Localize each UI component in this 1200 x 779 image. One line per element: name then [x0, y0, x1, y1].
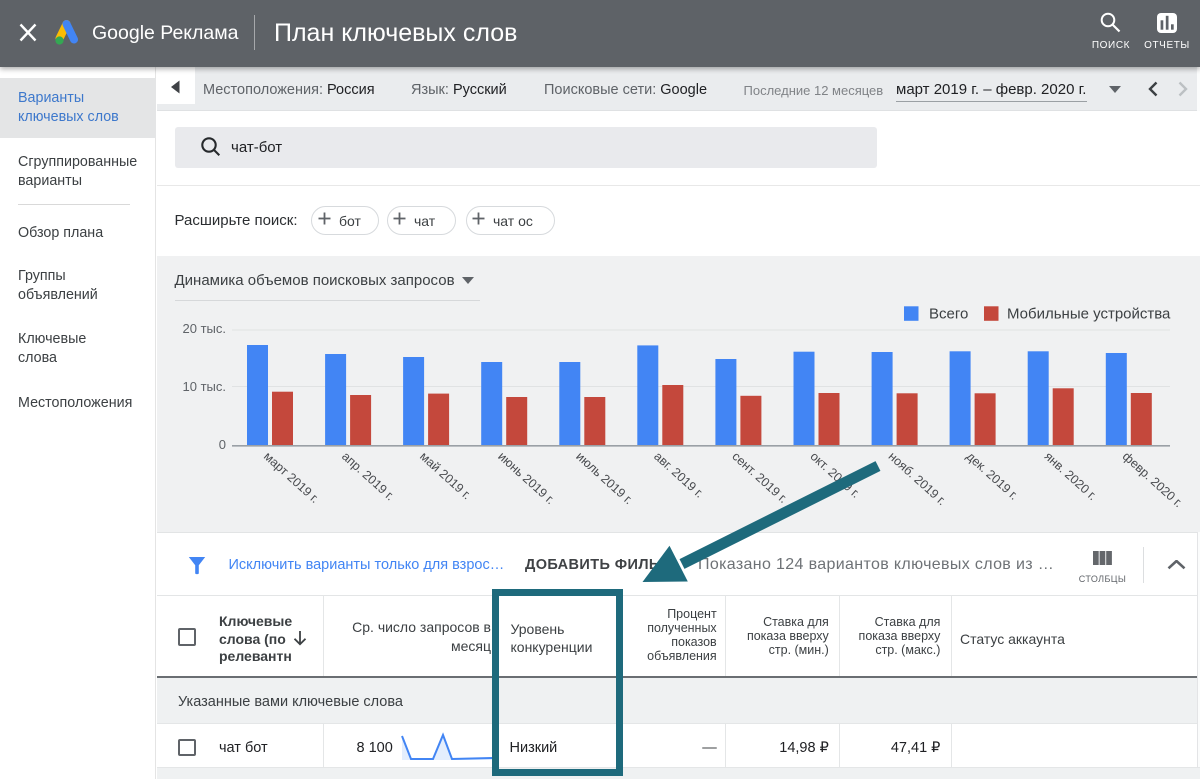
svg-text:окт. 2019 г.: окт. 2019 г. — [807, 449, 862, 501]
svg-text:0: 0 — [219, 437, 226, 452]
svg-text:20 тыс.: 20 тыс. — [183, 321, 226, 336]
svg-text:февр. 2020 г.: февр. 2020 г. — [1120, 449, 1186, 510]
svg-text:июль 2019 г.: июль 2019 г. — [573, 449, 635, 507]
svg-text:дек. 2019 г.: дек. 2019 г. — [964, 449, 1021, 503]
svg-text:10 тыс.: 10 тыс. — [183, 379, 226, 394]
svg-text:янв. 2020 г.: янв. 2020 г. — [1042, 449, 1100, 503]
svg-text:нояб. 2019 г.: нояб. 2019 г. — [886, 449, 949, 508]
svg-text:март 2019 г.: март 2019 г. — [261, 449, 322, 506]
svg-text:апр. 2019 г.: апр. 2019 г. — [339, 449, 397, 503]
svg-text:сент. 2019 г.: сент. 2019 г. — [729, 449, 790, 506]
svg-text:Мобильные устройства: Мобильные устройства — [1007, 306, 1171, 323]
svg-text:авг. 2019 г.: авг. 2019 г. — [651, 449, 706, 500]
svg-text:май 2019 г.: май 2019 г. — [417, 449, 474, 502]
svg-text:Всего: Всего — [929, 306, 968, 323]
svg-text:июнь 2019 г.: июнь 2019 г. — [495, 449, 557, 507]
